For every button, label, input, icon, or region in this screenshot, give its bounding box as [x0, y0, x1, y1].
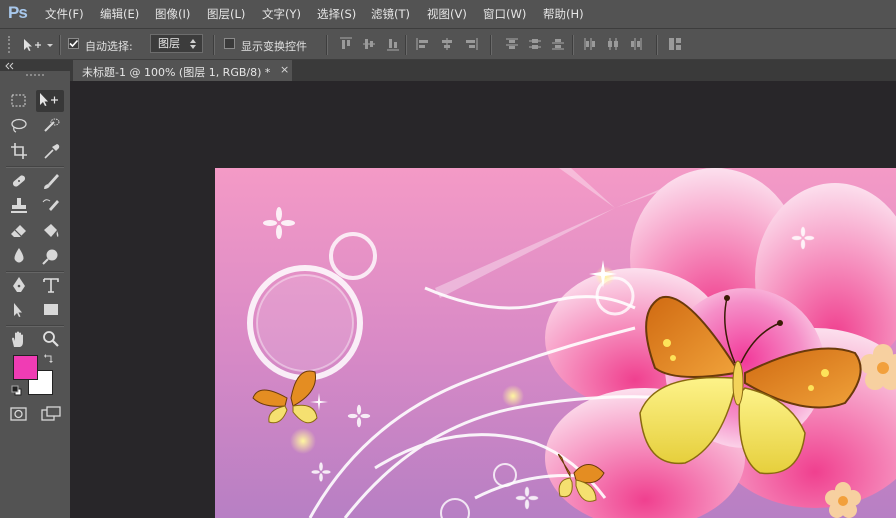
blur-tool[interactable] [8, 246, 30, 266]
crop-tool-icon [11, 143, 27, 159]
crop-tool[interactable] [8, 141, 30, 161]
menu-file[interactable]: 文件(F) [45, 6, 84, 22]
menu-view[interactable]: 视图(V) [427, 6, 467, 22]
move-tool[interactable] [36, 90, 64, 112]
document-tab-title: 未标题-1 @ 100% (图层 1, RGB/8) * [82, 66, 271, 79]
brush-tool[interactable] [40, 171, 62, 191]
eraser-tool[interactable] [8, 221, 30, 241]
auto-select-target-dropdown[interactable]: 图层 [150, 34, 203, 53]
auto-select-target-value: 图层 [158, 37, 180, 50]
rectangle-tool[interactable] [40, 300, 62, 320]
rectangle-tool-icon [44, 304, 58, 315]
tools-collapse-bar[interactable] [0, 60, 70, 71]
auto-align-icon[interactable] [668, 37, 682, 51]
spinner-arrows-icon [190, 39, 196, 49]
menu-type[interactable]: 文字(Y) [262, 6, 301, 22]
eyedropper-tool[interactable] [40, 141, 62, 161]
distribute-hcenter-icon[interactable] [606, 37, 620, 51]
screen-mode-button[interactable] [40, 404, 62, 424]
swap-colors-icon[interactable] [43, 353, 55, 365]
default-colors-icon[interactable] [11, 385, 23, 397]
auto-select-checkbox[interactable] [68, 38, 79, 49]
double-chevron-left-icon [5, 62, 14, 70]
canvas-artwork [215, 168, 896, 518]
menu-layer[interactable]: 图层(L) [207, 6, 245, 22]
dodge-tool-icon [42, 249, 58, 265]
eyedropper-tool-icon [44, 144, 60, 159]
auto-select-label: 自动选择: [85, 40, 133, 53]
options-bar: 自动选择: 图层 显示变换控件 [0, 28, 896, 60]
options-grip [8, 36, 12, 53]
hand-tool-icon [12, 331, 23, 347]
pen-tool[interactable] [8, 275, 30, 295]
align-top-icon[interactable] [339, 37, 353, 51]
document-tab[interactable]: 未标题-1 @ 100% (图层 1, RGB/8) * × [73, 60, 292, 81]
menu-image[interactable]: 图像(I) [155, 6, 190, 22]
lasso-tool-icon [11, 118, 27, 133]
align-right-icon[interactable] [464, 37, 478, 51]
quick-select-tool[interactable] [40, 116, 62, 136]
marquee-tool-icon [11, 94, 26, 107]
lasso-tool[interactable] [8, 116, 30, 136]
path-selection-tool[interactable] [8, 300, 30, 320]
align-bottom-icon[interactable] [386, 37, 400, 51]
menu-help[interactable]: 帮助(H) [543, 6, 584, 22]
zoom-tool-icon [43, 331, 59, 347]
menu-bar: Ps 文件(F) 编辑(E) 图像(I) 图层(L) 文字(Y) 选择(S) 滤… [0, 0, 896, 28]
align-left-icon[interactable] [416, 37, 430, 51]
tools-panel [0, 60, 70, 518]
document-tab-bar: 未标题-1 @ 100% (图层 1, RGB/8) * × [70, 60, 896, 81]
menu-select[interactable]: 选择(S) [317, 6, 356, 22]
menu-filter[interactable]: 滤镜(T) [371, 6, 410, 22]
menu-window[interactable]: 窗口(W) [483, 6, 526, 22]
history-brush-icon [42, 199, 59, 211]
move-tool-icon [40, 93, 58, 106]
document-canvas[interactable] [215, 168, 896, 518]
distribute-top-icon[interactable] [505, 37, 519, 51]
type-tool[interactable] [40, 275, 62, 295]
quick-mask-button[interactable] [8, 404, 30, 424]
show-transform-checkbox[interactable] [224, 38, 235, 49]
healing-brush-icon [12, 175, 26, 187]
clone-stamp-tool[interactable] [8, 196, 30, 216]
distribute-right-icon[interactable] [629, 37, 643, 51]
eraser-tool-icon [11, 225, 26, 237]
close-tab-icon[interactable]: × [280, 63, 289, 76]
pen-tool-icon [13, 277, 25, 292]
workspace [70, 81, 896, 518]
paint-bucket-icon [44, 224, 59, 237]
tools-grip [26, 74, 44, 78]
brush-tool-icon [44, 174, 59, 189]
paint-bucket-tool[interactable] [40, 221, 62, 241]
clone-stamp-icon [11, 198, 27, 213]
dodge-tool[interactable] [40, 246, 62, 266]
tool-preset-picker[interactable] [20, 36, 56, 54]
zoom-tool[interactable] [40, 329, 62, 349]
type-tool-icon [43, 278, 59, 293]
foreground-color-swatch[interactable] [13, 355, 38, 380]
path-select-icon [14, 303, 22, 317]
photoshop-logo: Ps [8, 3, 28, 22]
show-transform-label: 显示变换控件 [241, 40, 307, 53]
hand-tool[interactable] [8, 329, 30, 349]
menu-edit[interactable]: 编辑(E) [100, 6, 139, 22]
distribute-left-icon[interactable] [583, 37, 597, 51]
align-vcenter-icon[interactable] [362, 37, 376, 51]
history-brush-tool[interactable] [40, 196, 62, 216]
screen-mode-icon [41, 406, 61, 421]
quick-select-tool-icon [44, 118, 60, 132]
healing-brush-tool[interactable] [8, 171, 30, 191]
marquee-tool[interactable] [8, 91, 30, 111]
blur-tool-icon [14, 248, 24, 263]
align-hcenter-icon[interactable] [440, 37, 454, 51]
quick-mask-icon [10, 407, 27, 421]
move-tool-icon [24, 39, 53, 51]
distribute-vcenter-icon[interactable] [528, 37, 542, 51]
distribute-bottom-icon[interactable] [551, 37, 565, 51]
checkmark-icon [69, 39, 79, 48]
